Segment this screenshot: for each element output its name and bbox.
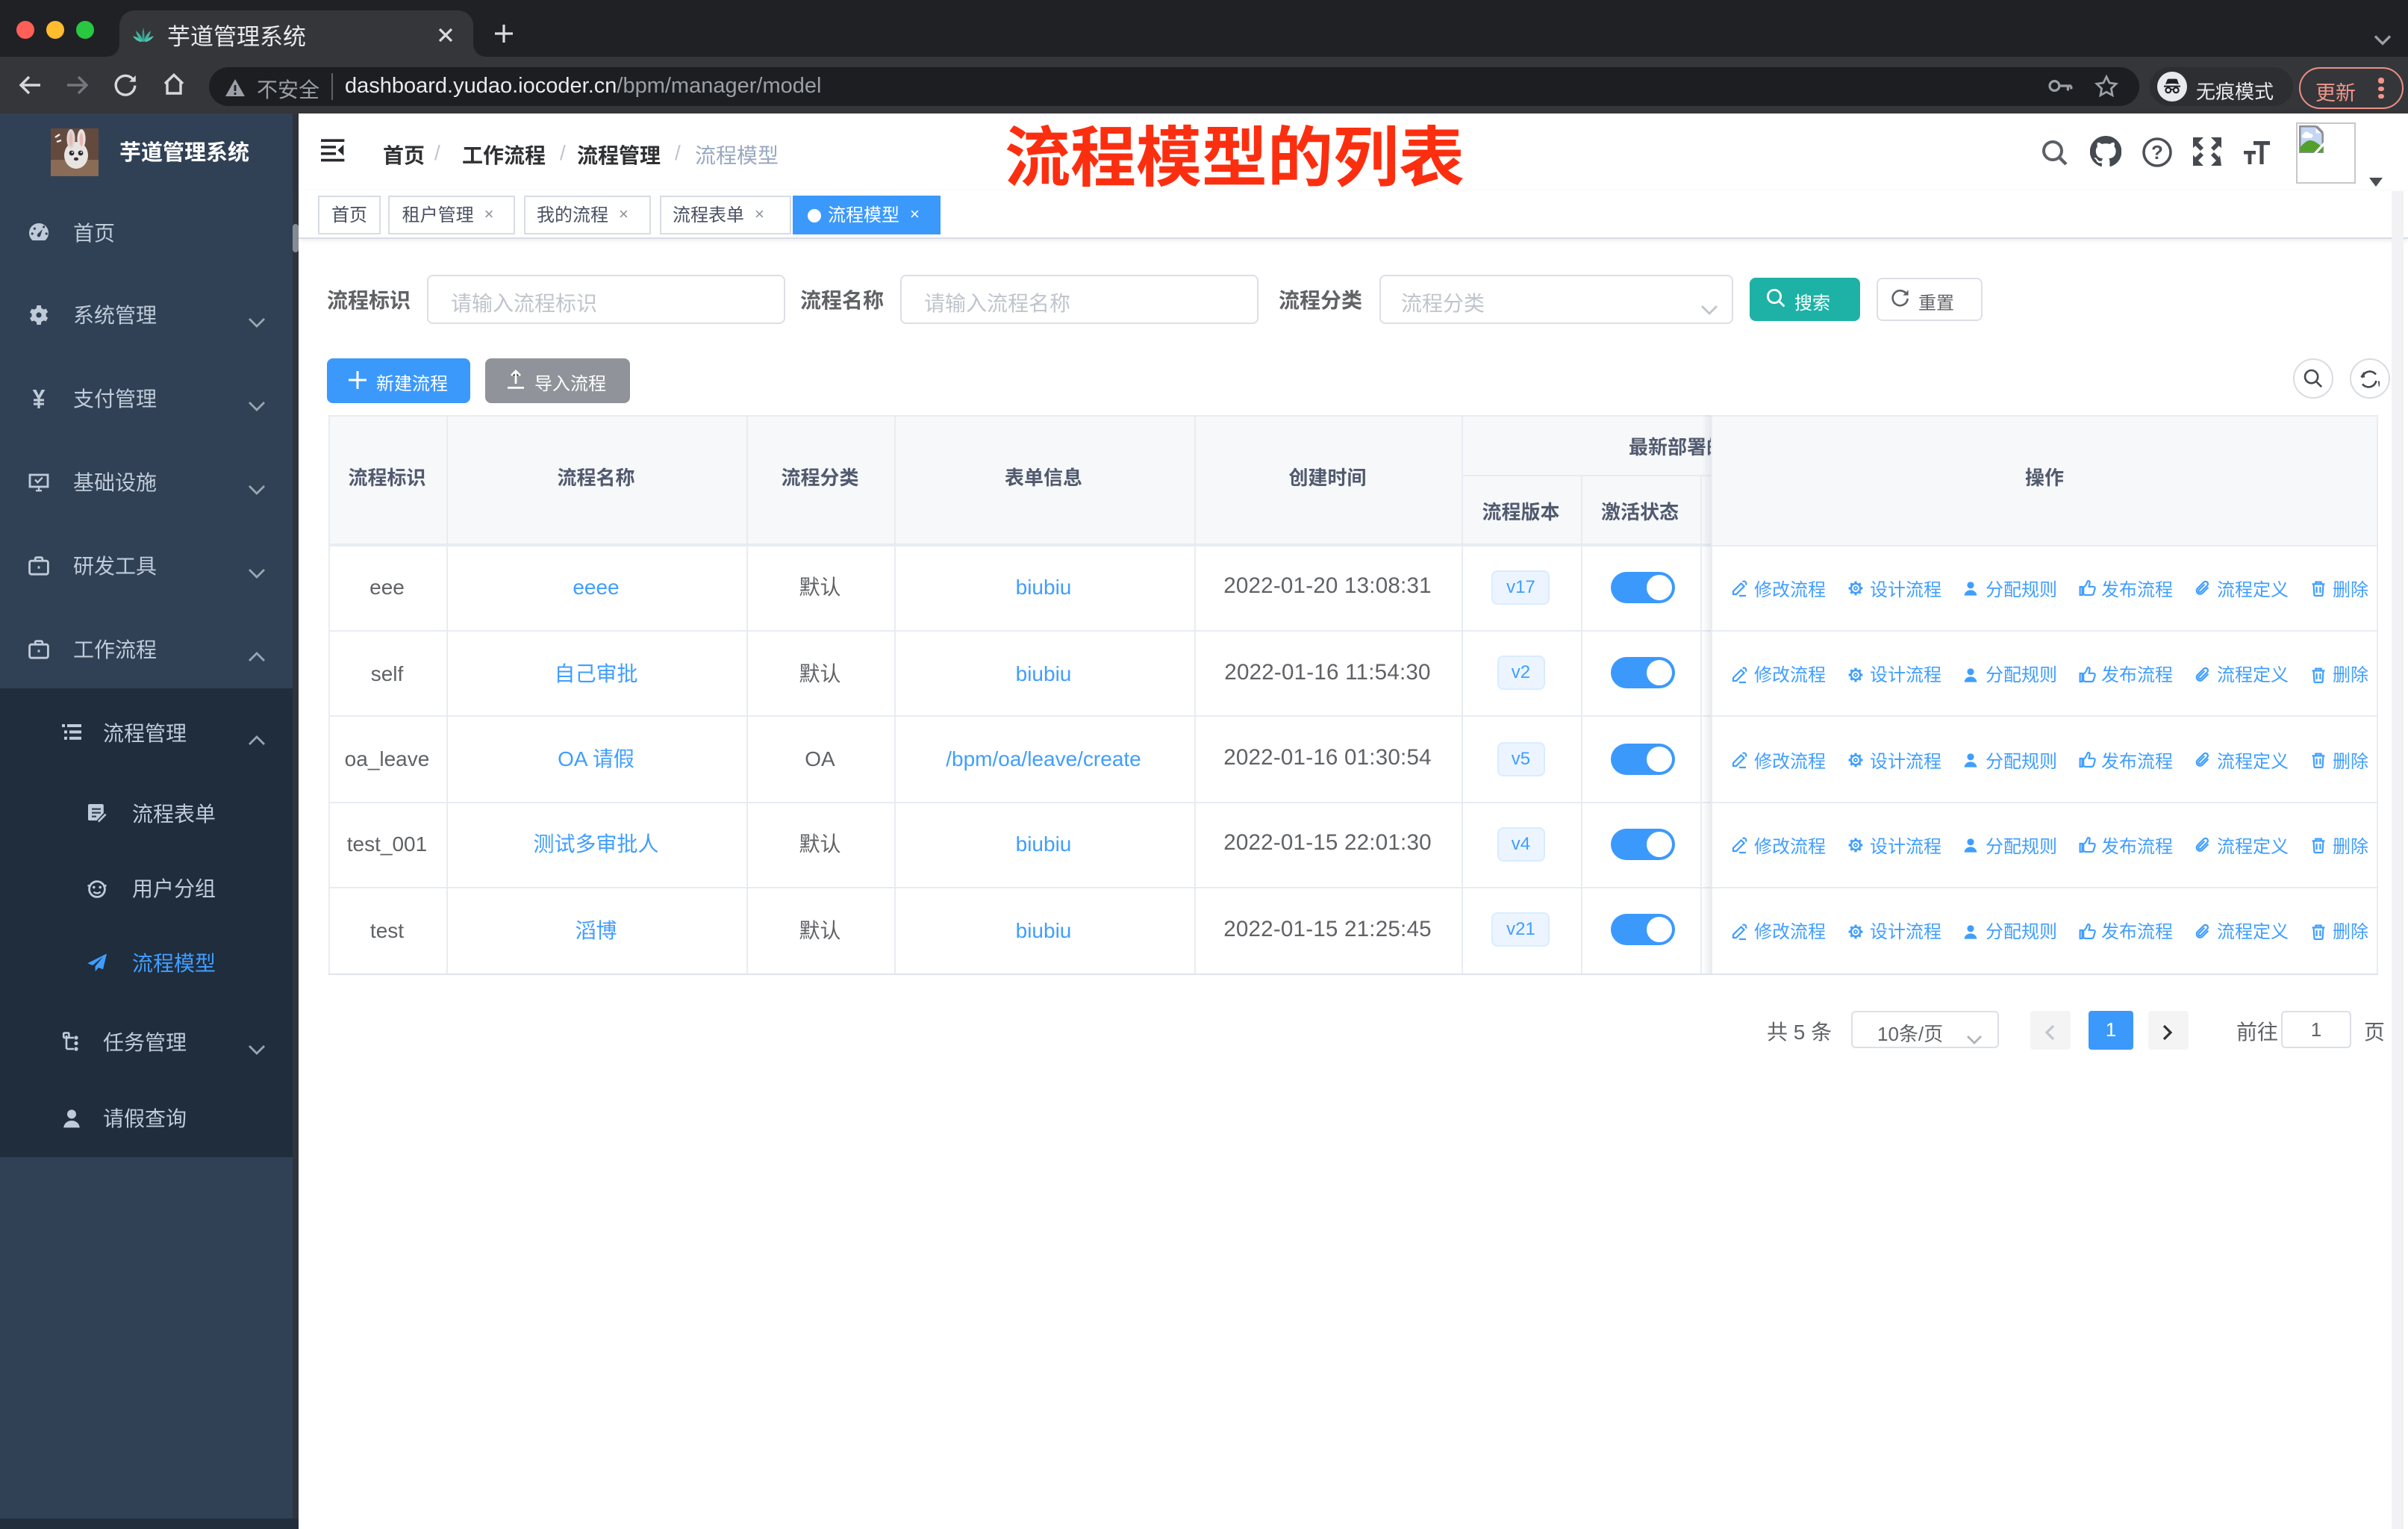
svg-text:?: ? (2151, 141, 2163, 164)
